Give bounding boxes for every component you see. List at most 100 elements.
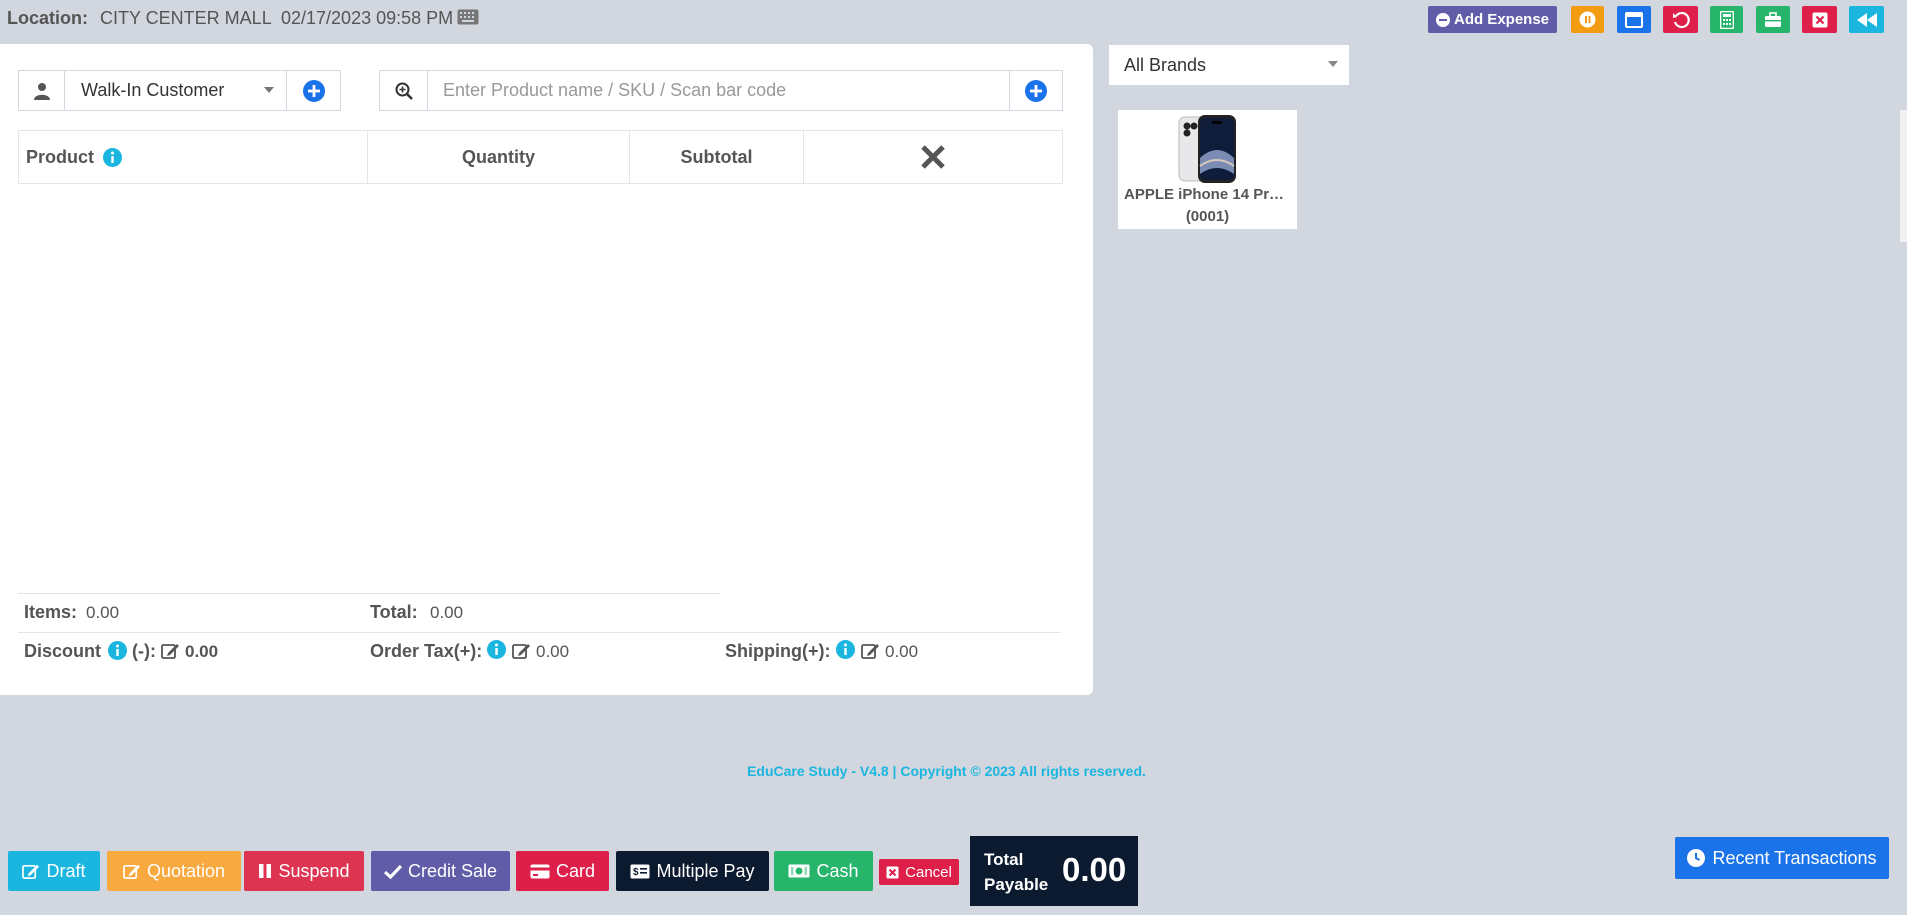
edit-shipping-icon[interactable] — [861, 642, 880, 660]
discount-suffix: (-): — [132, 641, 156, 661]
product-image — [1176, 114, 1238, 184]
cash-label: Cash — [816, 860, 859, 881]
customer-select[interactable]: Walk-In Customer — [64, 70, 287, 111]
column-product: Product — [19, 131, 368, 183]
go-back-button[interactable] — [1849, 6, 1884, 33]
brands-select[interactable]: All Brands — [1109, 45, 1349, 85]
chevron-down-icon — [1328, 61, 1338, 67]
order-tax-value: 0.00 — [536, 642, 570, 661]
briefcase-icon — [1764, 11, 1782, 28]
cart-table-header: Product Quantity Subtotal — [18, 130, 1063, 184]
suspend-label: Suspend — [278, 860, 350, 881]
total-value: 0.00 — [430, 603, 464, 622]
close-register-button[interactable] — [1802, 6, 1837, 33]
clock-icon — [1687, 849, 1706, 867]
cancel-button[interactable]: Cancel — [879, 859, 959, 885]
keyboard-icon[interactable] — [457, 9, 479, 25]
user-icon — [33, 82, 50, 100]
calculator-button[interactable] — [1710, 6, 1743, 33]
discount-label: Discount — [24, 641, 102, 661]
plus-circle-icon — [1025, 79, 1047, 102]
card-button[interactable]: Card — [516, 851, 609, 891]
quotation-button[interactable]: Quotation — [107, 851, 241, 891]
info-icon[interactable] — [487, 640, 506, 659]
multiple-pay-label: Multiple Pay — [656, 860, 755, 881]
datetime: 02/17/2023 09:58 PM — [281, 8, 454, 28]
multiple-pay-button[interactable]: $ Multiple Pay — [616, 851, 769, 891]
briefcase-button[interactable] — [1756, 6, 1790, 33]
add-product-button[interactable] — [1009, 70, 1063, 111]
credit-sale-label: Credit Sale — [407, 860, 498, 881]
credit-sale-button[interactable]: Credit Sale — [371, 851, 510, 891]
total-payable-box: Total Payable 0.00 — [970, 836, 1138, 906]
calculator-icon — [1719, 10, 1734, 29]
product-sku: (0001) — [1185, 208, 1230, 225]
divider — [18, 632, 1061, 633]
search-plus-icon — [395, 82, 413, 100]
divider — [18, 593, 720, 594]
column-remove — [804, 131, 1062, 183]
draft-button[interactable]: Draft — [8, 851, 100, 891]
edit-icon — [22, 863, 40, 880]
items-label: Items: — [24, 602, 78, 622]
quotation-label: Quotation — [146, 860, 226, 881]
footer-copyright: EduCare Study - V4.8 | Copyright © 2023 … — [747, 763, 1146, 779]
money-bill-icon — [788, 864, 810, 878]
remove-all-icon[interactable] — [919, 143, 947, 171]
search-icon-box — [379, 70, 428, 111]
chevron-down-icon — [264, 87, 274, 93]
plus-circle-icon — [302, 79, 325, 102]
items-value: 0.00 — [86, 603, 120, 622]
close-icon — [1812, 12, 1828, 28]
column-subtotal-label: Subtotal — [680, 146, 753, 167]
location-value: CITY CENTER MALL — [100, 8, 272, 28]
info-icon[interactable] — [108, 641, 127, 660]
edit-order-tax-icon[interactable] — [512, 642, 531, 660]
window-icon — [1625, 11, 1643, 28]
edit-icon — [123, 863, 141, 880]
order-tax-label: Order Tax(+): — [370, 641, 483, 661]
total-payable-label: Total Payable — [984, 847, 1048, 897]
check-icon — [383, 864, 402, 879]
shipping-label: Shipping(+): — [725, 641, 831, 661]
edit-discount-icon[interactable] — [161, 642, 180, 660]
minus-circle-icon — [1435, 12, 1450, 27]
location-label: Location: — [7, 8, 88, 28]
column-quantity: Quantity — [368, 131, 630, 183]
pause-icon — [1579, 11, 1596, 28]
column-product-label: Product — [26, 146, 95, 167]
add-customer-button[interactable] — [286, 70, 341, 111]
svg-text:$: $ — [633, 867, 639, 878]
cash-button[interactable]: Cash — [774, 851, 873, 891]
total-payable-label-line2: Payable — [984, 875, 1049, 894]
recent-transactions-button[interactable]: Recent Transactions — [1675, 837, 1889, 879]
brands-select-value: All Brands — [1124, 54, 1207, 75]
pause-button[interactable] — [1571, 6, 1604, 33]
window-button[interactable] — [1617, 6, 1651, 33]
close-icon — [886, 866, 899, 879]
suspend-button[interactable]: Suspend — [244, 851, 364, 891]
recent-transactions-label: Recent Transactions — [1712, 847, 1877, 868]
backward-icon — [1856, 12, 1878, 28]
customer-select-value: Walk-In Customer — [81, 80, 225, 100]
cancel-label: Cancel — [905, 863, 952, 881]
total-payable-value: 0.00 — [1062, 851, 1127, 888]
undo-button[interactable] — [1663, 6, 1698, 33]
shipping-value: 0.00 — [885, 642, 919, 661]
column-quantity-label: Quantity — [461, 146, 535, 167]
customer-icon-box — [18, 70, 65, 111]
undo-icon — [1672, 11, 1690, 29]
info-icon[interactable] — [836, 640, 855, 659]
total-label: Total: — [370, 602, 418, 622]
discount-value: 0.00 — [185, 642, 219, 661]
money-check-icon: $ — [630, 864, 650, 879]
draft-label: Draft — [46, 860, 86, 881]
add-expense-button[interactable]: Add Expense — [1428, 6, 1557, 33]
info-icon[interactable] — [103, 147, 123, 167]
product-search-input[interactable] — [427, 70, 1010, 111]
credit-card-icon — [530, 864, 550, 879]
add-expense-label: Add Expense — [1453, 11, 1550, 28]
scrollbar[interactable] — [1900, 110, 1907, 242]
total-payable-label-line1: Total — [984, 850, 1024, 869]
product-name: APPLE iPhone 14 Pro Max — [1124, 186, 1297, 203]
